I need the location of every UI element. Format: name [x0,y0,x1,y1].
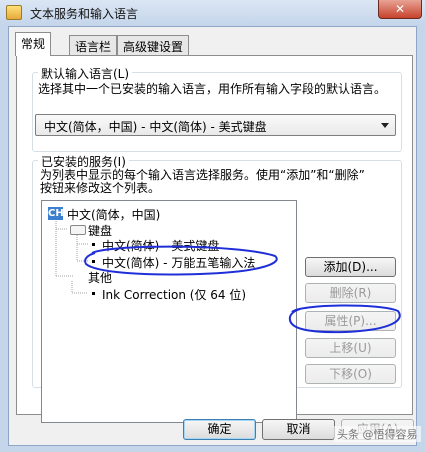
annotation-circle-properties [288,304,401,334]
annotation-overlay [84,245,401,334]
watermark: 头条 @悟得容易 [334,426,421,442]
tab-general[interactable]: 常规 [15,32,52,56]
annotation-circle-wubi [84,245,278,276]
